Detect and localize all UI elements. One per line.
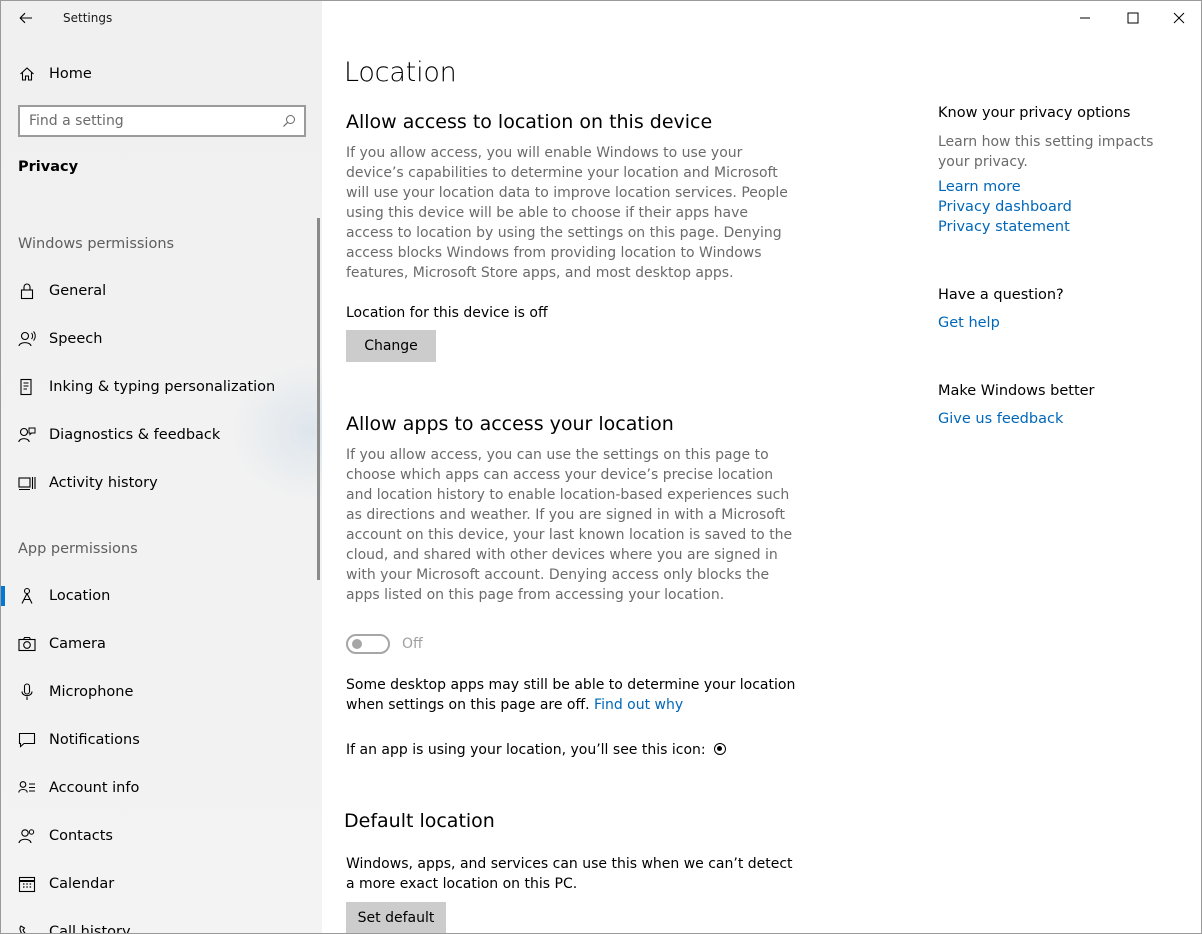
location-icon-note: If an app is using your location, you’ll… bbox=[346, 740, 826, 760]
sidebar-item-label: Speech bbox=[49, 331, 103, 347]
call-history-icon bbox=[17, 922, 37, 933]
diagnostics-icon bbox=[17, 425, 37, 445]
sidebar-item-label: Inking & typing personalization bbox=[49, 379, 276, 395]
privacy-options-text: Learn how this setting impacts your priv… bbox=[938, 134, 1154, 170]
sidebar-item-inking-typing[interactable]: Inking & typing personalization bbox=[1, 365, 322, 409]
sidebar-item-label: Notifications bbox=[49, 732, 140, 748]
minimize-icon bbox=[1080, 17, 1090, 19]
sidebar-item-label: Activity history bbox=[49, 475, 158, 491]
apps-location-toggle[interactable] bbox=[346, 634, 390, 654]
device-access-description: If you allow access, you will enable Win… bbox=[346, 145, 788, 281]
location-icon-note-text: If an app is using your location, you’ll… bbox=[346, 742, 706, 758]
location-in-use-icon bbox=[714, 743, 727, 755]
home-icon bbox=[17, 64, 37, 84]
category-heading: Privacy bbox=[18, 159, 79, 175]
sidebar-item-activity-history[interactable]: Activity history bbox=[1, 461, 322, 505]
app-permissions-label: App permissions bbox=[18, 541, 138, 557]
default-location-description: Windows, apps, and services can use this… bbox=[346, 856, 793, 892]
inking-icon bbox=[17, 377, 37, 397]
sidebar-item-calendar[interactable]: Calendar bbox=[1, 862, 322, 906]
desktop-apps-note: Some desktop apps may still be able to d… bbox=[346, 675, 796, 715]
give-feedback-link[interactable]: Give us feedback bbox=[938, 411, 1063, 427]
toggle-knob bbox=[352, 639, 362, 649]
change-button[interactable]: Change bbox=[346, 330, 436, 362]
sidebar-item-account-info[interactable]: Account info bbox=[1, 766, 322, 810]
calendar-icon bbox=[17, 874, 37, 894]
privacy-dashboard-link[interactable]: Privacy dashboard bbox=[938, 199, 1072, 215]
toggle-state-label: Off bbox=[402, 636, 423, 652]
sidebar-item-contacts[interactable]: Contacts bbox=[1, 814, 322, 858]
close-icon bbox=[1173, 12, 1185, 24]
search-box[interactable] bbox=[18, 105, 306, 137]
sidebar-item-label: Account info bbox=[49, 780, 140, 796]
sidebar-item-microphone[interactable]: Microphone bbox=[1, 670, 322, 714]
sidebar-item-home[interactable]: Home bbox=[1, 52, 322, 96]
title-bar: Settings bbox=[1, 1, 322, 35]
speech-icon bbox=[17, 329, 37, 349]
lock-icon bbox=[17, 281, 37, 301]
get-help-link[interactable]: Get help bbox=[938, 315, 1000, 331]
maximize-icon bbox=[1127, 12, 1139, 24]
search-input[interactable] bbox=[29, 112, 269, 130]
set-default-button[interactable]: Set default bbox=[346, 902, 446, 933]
device-access-heading: Allow access to location on this device bbox=[346, 111, 713, 133]
camera-icon bbox=[17, 634, 37, 654]
activity-history-icon bbox=[17, 473, 37, 493]
sidebar: Settings Home Privacy Windows permission… bbox=[1, 1, 391, 934]
sidebar-item-label: Call history bbox=[49, 924, 131, 934]
question-heading: Have a question? bbox=[938, 287, 1064, 303]
sidebar-item-label: Home bbox=[49, 66, 92, 82]
sidebar-item-label: General bbox=[49, 283, 107, 299]
sidebar-item-call-history[interactable]: Call history bbox=[1, 910, 322, 934]
app-title: Settings bbox=[63, 11, 113, 25]
sidebar-item-label: Diagnostics & feedback bbox=[49, 427, 221, 443]
sidebar-item-notifications[interactable]: Notifications bbox=[1, 718, 322, 762]
apps-access-heading: Allow apps to access your location bbox=[346, 413, 674, 435]
page-title: Location bbox=[344, 57, 457, 88]
sidebar-item-camera[interactable]: Camera bbox=[1, 622, 322, 666]
search-icon[interactable] bbox=[282, 114, 296, 128]
maximize-button[interactable] bbox=[1110, 1, 1156, 35]
sidebar-item-label: Location bbox=[49, 588, 111, 604]
default-location-heading: Default location bbox=[344, 810, 495, 832]
sidebar-item-label: Calendar bbox=[49, 876, 115, 892]
sidebar-item-general[interactable]: General bbox=[1, 269, 322, 313]
back-button[interactable] bbox=[15, 7, 37, 29]
make-windows-better-heading: Make Windows better bbox=[938, 383, 1095, 399]
privacy-statement-link[interactable]: Privacy statement bbox=[938, 219, 1070, 235]
sidebar-item-diagnostics[interactable]: Diagnostics & feedback bbox=[1, 413, 322, 457]
close-button[interactable] bbox=[1156, 1, 1201, 35]
sidebar-item-label: Microphone bbox=[49, 684, 134, 700]
main-content: Location Allow access to location on thi… bbox=[322, 1, 1201, 933]
account-info-icon bbox=[17, 778, 37, 798]
sidebar-scrollbar[interactable] bbox=[317, 218, 320, 580]
back-arrow-icon bbox=[19, 12, 32, 24]
apps-access-description: If you allow access, you can use the set… bbox=[346, 447, 793, 603]
find-out-why-link[interactable]: Find out why bbox=[594, 697, 683, 713]
settings-window: Settings Home Privacy Windows permission… bbox=[0, 0, 1202, 934]
learn-more-link[interactable]: Learn more bbox=[938, 179, 1021, 195]
desktop-apps-note-text: Some desktop apps may still be able to d… bbox=[346, 677, 796, 713]
privacy-options-heading: Know your privacy options bbox=[938, 105, 1131, 121]
notifications-icon bbox=[17, 730, 37, 750]
selection-indicator bbox=[1, 586, 5, 606]
device-location-status: Location for this device is off bbox=[346, 305, 548, 321]
sidebar-item-location[interactable]: Location bbox=[1, 574, 322, 618]
sidebar-item-label: Camera bbox=[49, 636, 106, 652]
windows-permissions-label: Windows permissions bbox=[18, 236, 175, 252]
minimize-button[interactable] bbox=[1062, 1, 1108, 35]
contacts-icon bbox=[17, 826, 37, 846]
microphone-icon bbox=[17, 682, 37, 702]
sidebar-item-speech[interactable]: Speech bbox=[1, 317, 322, 361]
sidebar-item-label: Contacts bbox=[49, 828, 113, 844]
location-icon bbox=[17, 586, 37, 606]
